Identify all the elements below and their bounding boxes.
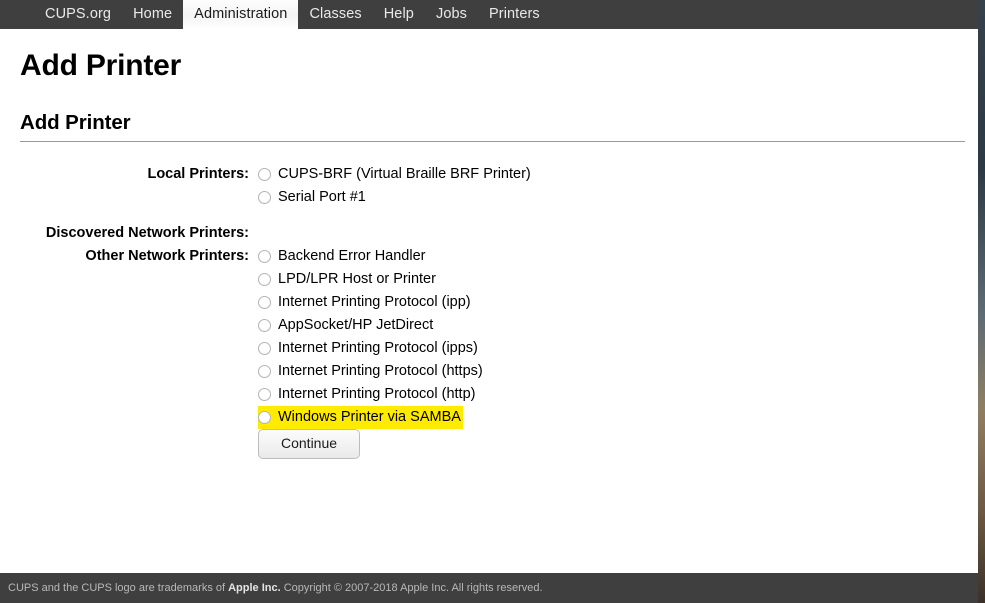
continue-label-spacer (20, 429, 258, 459)
radio-option-other-network-printer[interactable]: Internet Printing Protocol (http) (258, 383, 477, 406)
radio-button-icon[interactable] (258, 296, 271, 309)
local-printers-row: Local Printers: CUPS-BRF (Virtual Braill… (20, 163, 533, 209)
other-network-printers-options: Backend Error HandlerLPD/LPR Host or Pri… (258, 245, 533, 429)
radio-option-label[interactable]: Internet Printing Protocol (https) (278, 360, 483, 383)
local-printers-options: CUPS-BRF (Virtual Braille BRF Printer)Se… (258, 163, 533, 209)
radio-option-label[interactable]: CUPS-BRF (Virtual Braille BRF Printer) (278, 163, 531, 186)
section-divider (20, 141, 965, 142)
page-title: Add Printer (20, 29, 958, 85)
radio-button-icon[interactable] (258, 365, 271, 378)
add-printer-form: Local Printers: CUPS-BRF (Virtual Braill… (20, 163, 533, 459)
continue-row: Continue (20, 429, 533, 459)
radio-option-label[interactable]: LPD/LPR Host or Printer (278, 268, 436, 291)
radio-option-label[interactable]: Backend Error Handler (278, 245, 426, 268)
footer-trademark-text: CUPS and the CUPS logo are trademarks of… (0, 582, 543, 594)
radio-option-local-printer[interactable]: Serial Port #1 (258, 186, 368, 209)
radio-button-icon[interactable] (258, 273, 271, 286)
radio-option-label[interactable]: Internet Printing Protocol (ipps) (278, 337, 478, 360)
radio-option-other-network-printer[interactable]: Windows Printer via SAMBA (258, 406, 463, 429)
radio-option-other-network-printer[interactable]: AppSocket/HP JetDirect (258, 314, 435, 337)
nav-item-classes[interactable]: Classes (298, 0, 372, 29)
discovered-network-printers-label: Discovered Network Printers: (20, 222, 258, 245)
radio-option-other-network-printer[interactable]: Internet Printing Protocol (ipp) (258, 291, 473, 314)
nav-item-home[interactable]: Home (122, 0, 183, 29)
nav-item-cups-org[interactable]: CUPS.org (34, 0, 122, 29)
radio-option-label[interactable]: AppSocket/HP JetDirect (278, 314, 433, 337)
radio-option-other-network-printer[interactable]: Internet Printing Protocol (https) (258, 360, 485, 383)
radio-button-icon[interactable] (258, 411, 271, 424)
section-title: Add Printer (20, 85, 958, 142)
discovered-network-printers-options (258, 222, 533, 245)
discovered-network-printers-row: Discovered Network Printers: (20, 222, 533, 245)
radio-button-icon[interactable] (258, 342, 271, 355)
radio-button-icon[interactable] (258, 388, 271, 401)
radio-option-other-network-printer[interactable]: Internet Printing Protocol (ipps) (258, 337, 480, 360)
radio-button-icon[interactable] (258, 250, 271, 263)
radio-button-icon[interactable] (258, 168, 271, 181)
radio-button-icon[interactable] (258, 319, 271, 332)
local-printers-label: Local Printers: (20, 163, 258, 209)
footer-apple-link: Apple Inc. (228, 582, 281, 594)
radio-button-icon[interactable] (258, 191, 271, 204)
radio-option-other-network-printer[interactable]: Backend Error Handler (258, 245, 428, 268)
page-content: Add Printer Add Printer Local Printers: … (0, 29, 978, 459)
desktop-background-edge (978, 0, 985, 603)
footer-text-after: Copyright © 2007-2018 Apple Inc. All rig… (281, 582, 543, 594)
radio-option-label[interactable]: Internet Printing Protocol (ipp) (278, 291, 471, 314)
page-footer: CUPS and the CUPS logo are trademarks of… (0, 573, 978, 603)
radio-option-label[interactable]: Internet Printing Protocol (http) (278, 383, 475, 406)
main-navigation: CUPS.orgHomeAdministrationClassesHelpJob… (0, 0, 978, 29)
other-network-printers-row: Other Network Printers: Backend Error Ha… (20, 245, 533, 429)
radio-option-label[interactable]: Windows Printer via SAMBA (278, 406, 461, 429)
radio-option-label[interactable]: Serial Port #1 (278, 186, 366, 209)
cups-web-page: CUPS.orgHomeAdministrationClassesHelpJob… (0, 0, 978, 603)
nav-item-administration[interactable]: Administration (183, 0, 298, 29)
radio-option-other-network-printer[interactable]: LPD/LPR Host or Printer (258, 268, 438, 291)
continue-cell: Continue (258, 429, 533, 459)
form-spacer (20, 209, 533, 222)
radio-option-local-printer[interactable]: CUPS-BRF (Virtual Braille BRF Printer) (258, 163, 533, 186)
nav-item-jobs[interactable]: Jobs (425, 0, 478, 29)
footer-text-before: CUPS and the CUPS logo are trademarks of (8, 582, 228, 594)
nav-item-help[interactable]: Help (373, 0, 425, 29)
other-network-printers-label: Other Network Printers: (20, 245, 258, 429)
continue-button[interactable]: Continue (258, 429, 360, 459)
nav-item-printers[interactable]: Printers (478, 0, 551, 29)
